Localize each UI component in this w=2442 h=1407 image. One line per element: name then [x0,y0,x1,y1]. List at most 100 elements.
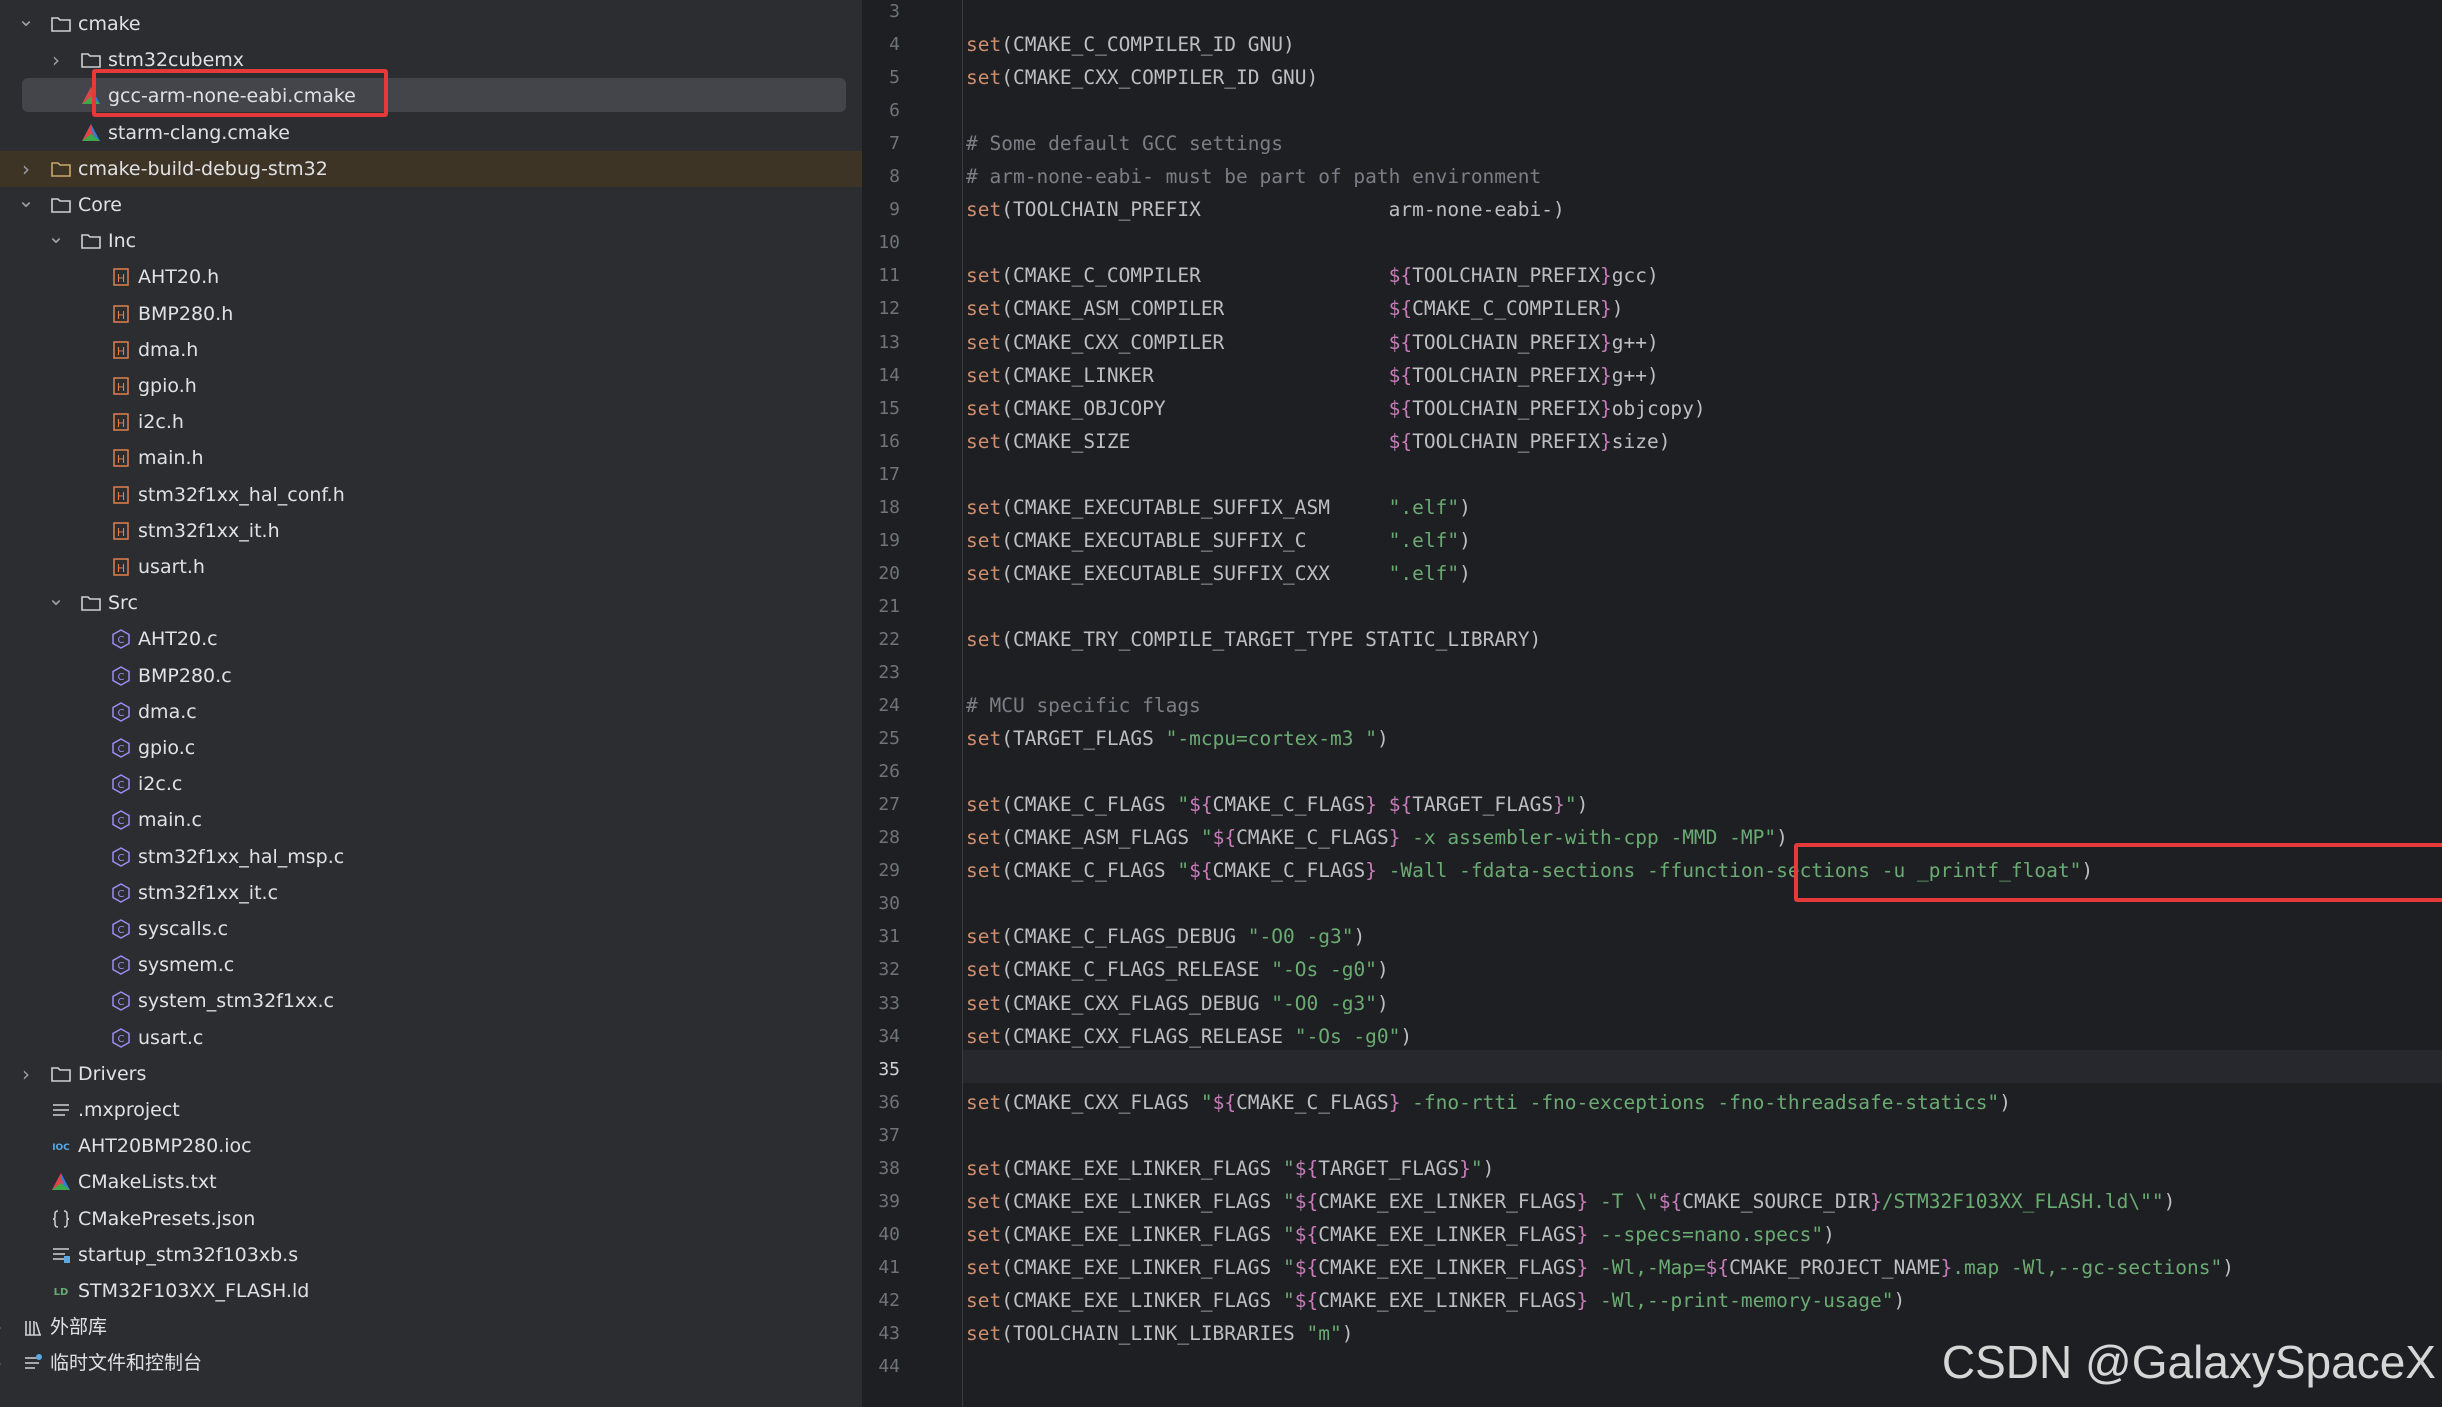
code-token: (CMAKE_CXX_FLAGS_RELEASE [1001,1024,1295,1048]
tree-item[interactable]: ⌄ cmake [0,6,862,42]
code-line[interactable]: set(CMAKE_C_FLAGS_RELEASE "-Os -g0") [966,953,1389,986]
tree-item[interactable]: startup_stm32f103xb.s [0,1237,862,1273]
code-line[interactable]: set(CMAKE_SIZE ${TOOLCHAIN_PREFIX}size) [966,425,1670,458]
code-line[interactable]: set(TOOLCHAIN_LINK_LIBRARIES "m") [966,1317,1353,1350]
tree-item[interactable]: ⌄ Inc [0,223,862,259]
tree-item[interactable]: ⌄ Core [0,187,862,223]
tree-item[interactable]: › 临时文件和控制台 [0,1345,862,1381]
code-token: set [966,1255,1002,1279]
line-number: 24 [878,695,900,717]
code-line[interactable]: # MCU specific flags [966,689,1201,722]
tree-item[interactable]: CMakeLists.txt [0,1164,862,1200]
code-line[interactable]: set(CMAKE_OBJCOPY ${TOOLCHAIN_PREFIX}obj… [966,392,1706,425]
tree-item-label: cmake-build-debug-stm32 [78,157,328,180]
code-token: " [1564,793,1577,817]
tree-item[interactable]: Husart.h [0,549,862,585]
code-line[interactable]: set(CMAKE_CXX_FLAGS "${CMAKE_C_FLAGS} -f… [966,1086,2011,1119]
chevron-right-icon[interactable]: › [16,151,36,187]
line-number: 21 [878,595,900,617]
code-token: } [1576,1288,1589,1312]
code-line[interactable]: set(CMAKE_EXE_LINKER_FLAGS "${CMAKE_EXE_… [966,1218,1835,1251]
code-line[interactable]: set(CMAKE_CXX_COMPILER ${TOOLCHAIN_PREFI… [966,326,1659,359]
tree-item[interactable]: Hmain.h [0,440,862,476]
svg-text:H: H [117,417,125,430]
chevron-down-icon[interactable]: ⌄ [46,585,66,621]
tree-item-label: gpio.c [138,737,196,759]
code-token: "-Os -g0" [1271,958,1377,982]
code-line[interactable]: set(CMAKE_EXE_LINKER_FLAGS "${CMAKE_EXE_… [966,1284,1905,1317]
code-token: set [966,33,1002,57]
code-line[interactable]: # Some default GCC settings [966,127,1283,160]
tree-item[interactable]: H BMP280.h [0,296,862,332]
code-line[interactable]: set(TARGET_FLAGS "-mcpu=cortex-m3 ") [966,722,1389,755]
code-token: ) [1376,991,1389,1015]
tree-item[interactable]: Hstm32f1xx_it.h [0,513,862,549]
code-line[interactable]: set(CMAKE_EXECUTABLE_SUFFIX_CXX ".elf") [966,557,1471,590]
code-token: ${ [1294,1189,1319,1213]
code-line[interactable]: set(CMAKE_LINKER ${TOOLCHAIN_PREFIX}g++) [966,359,1659,392]
code-token: TOOLCHAIN_PREFIX [1412,396,1600,420]
code-line[interactable]: set(CMAKE_CXX_COMPILER_ID GNU) [966,61,1318,94]
tree-item[interactable]: › Drivers [0,1056,862,1092]
tree-item[interactable]: Csyscalls.c [0,911,862,947]
code-line[interactable]: set(CMAKE_C_COMPILER_ID GNU) [966,28,1295,61]
tree-item[interactable]: CMakePresets.json [0,1201,862,1237]
code-line[interactable]: set(CMAKE_ASM_COMPILER ${CMAKE_C_COMPILE… [966,292,1623,325]
tree-item[interactable]: Cgpio.c [0,730,862,766]
tree-item[interactable]: Cstm32f1xx_it.c [0,875,862,911]
code-line[interactable]: set(CMAKE_C_FLAGS "${CMAKE_C_FLAGS} ${TA… [966,788,1588,821]
tree-item[interactable]: Ci2c.c [0,766,862,802]
tree-item[interactable]: Cmain.c [0,802,862,838]
chevron-down-icon[interactable]: ⌄ [16,187,36,223]
tree-item[interactable]: Hgpio.h [0,368,862,404]
folder-icon [80,230,102,252]
tree-item[interactable]: Csystem_stm32f1xx.c [0,983,862,1019]
code-line[interactable]: set(CMAKE_TRY_COMPILE_TARGET_TYPE STATIC… [966,623,1541,656]
code-line[interactable]: set(TOOLCHAIN_PREFIX arm-none-eabi-) [966,193,1565,226]
code-line[interactable]: set(CMAKE_EXE_LINKER_FLAGS "${CMAKE_EXE_… [966,1185,2175,1218]
code-line[interactable]: set(CMAKE_ASM_FLAGS "${CMAKE_C_FLAGS} -x… [966,821,1788,854]
tree-item[interactable]: IOC AHT20BMP280.ioc [0,1128,862,1164]
chevron-right-icon[interactable]: › [0,1345,8,1381]
line-number: 13 [878,331,900,353]
tree-item[interactable]: › cmake-build-debug-stm32 [0,150,862,187]
tree-item[interactable]: Cdma.c [0,694,862,730]
code-line[interactable]: set(CMAKE_CXX_FLAGS_DEBUG "-O0 -g3") [966,987,1389,1020]
tree-item[interactable]: C BMP280.c [0,658,862,694]
code-editor[interactable]: 3 4 5 6 7 8 9 10 11 12 13 14 15 16 17 18 19 20 21 22 23 24 25 2… [862,0,2442,1407]
chevron-right-icon[interactable]: › [16,1056,36,1092]
line-number: 3 [889,1,900,22]
tree-item[interactable]: › 外部库 [0,1309,862,1345]
chevron-down-icon[interactable]: ⌄ [16,6,36,42]
tree-item[interactable]: Csysmem.c [0,947,862,983]
chevron-right-icon[interactable]: › [46,42,66,78]
tree-item[interactable]: ⌄ Src [0,585,862,621]
tree-item[interactable]: .mxproject [0,1092,862,1128]
chevron-down-icon[interactable]: ⌄ [46,223,66,259]
code-token: ${ [1388,396,1413,420]
tree-item[interactable]: starm-clang.cmake [0,115,862,151]
code-line[interactable]: set(CMAKE_EXECUTABLE_SUFFIX_C ".elf") [966,524,1471,557]
code-token: TOOLCHAIN_PREFIX [1412,330,1600,354]
code-line[interactable]: set(CMAKE_C_FLAGS_DEBUG "-O0 -g3") [966,920,1365,953]
tree-item[interactable]: Cstm32f1xx_hal_msp.c [0,839,862,875]
svg-text:C: C [118,635,125,646]
chevron-right-icon[interactable]: › [0,1309,8,1345]
svg-text:C: C [118,780,125,791]
tree-item[interactable]: Cusart.c [0,1020,862,1056]
code-token: ${ [1658,1189,1683,1213]
code-line[interactable]: set(CMAKE_CXX_FLAGS_RELEASE "-Os -g0") [966,1020,1412,1053]
code-line[interactable]: set(CMAKE_C_COMPILER ${TOOLCHAIN_PREFIX}… [966,259,1659,292]
code-token: (CMAKE_CXX_FLAGS_DEBUG [1001,991,1272,1015]
code-line[interactable]: set(CMAKE_EXE_LINKER_FLAGS "${TARGET_FLA… [966,1152,1494,1185]
code-token: set [966,330,1002,354]
tree-item[interactable]: Hdma.h [0,332,862,368]
tree-item[interactable]: H AHT20.h [0,259,862,295]
code-line[interactable]: # arm-none-eabi- must be part of path en… [966,160,1541,193]
code-line[interactable]: set(CMAKE_EXECUTABLE_SUFFIX_ASM ".elf") [966,491,1471,524]
tree-item[interactable]: LD STM32F103XX_FLASH.ld [0,1273,862,1309]
code-line[interactable]: set(CMAKE_EXE_LINKER_FLAGS "${CMAKE_EXE_… [966,1251,2234,1284]
tree-item[interactable]: C AHT20.c [0,621,862,657]
tree-item[interactable]: Hi2c.h [0,404,862,440]
tree-item[interactable]: Hstm32f1xx_hal_conf.h [0,477,862,513]
